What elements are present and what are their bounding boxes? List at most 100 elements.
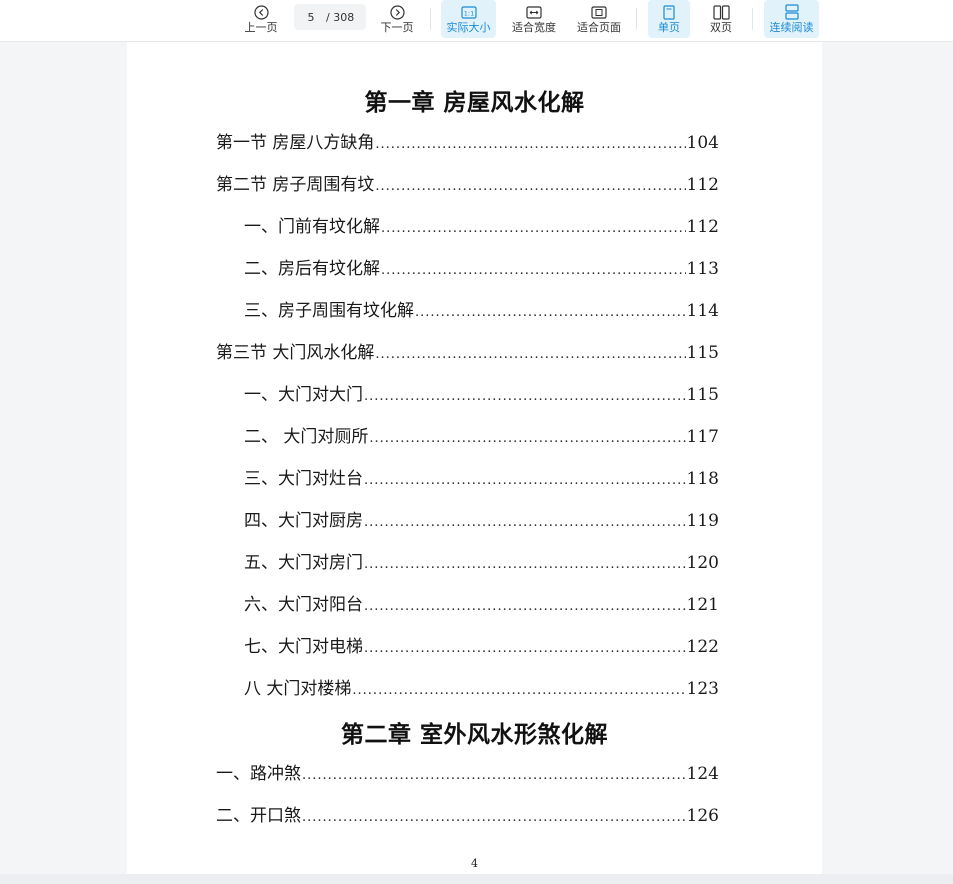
actual-size-icon: 1:1	[460, 4, 477, 20]
toc-page-number: 119	[686, 511, 719, 531]
toc-entry: 三、大门对灶台 118	[244, 464, 719, 489]
toc-entry-text: 二、开口煞	[216, 806, 301, 826]
toc-entry-text: 二、 大门对厕所	[244, 427, 369, 447]
toc-entry-text: 一、路冲煞	[216, 764, 301, 784]
toolbar-divider	[636, 8, 637, 30]
toc-entry-text: 一、大门对大门	[244, 385, 363, 405]
toc-leader	[415, 305, 686, 320]
toc-page-number: 114	[686, 301, 719, 321]
toc-leader	[364, 473, 686, 488]
toc-page-number: 104	[686, 133, 719, 153]
fit-width-button[interactable]: 适合宽度	[506, 0, 562, 38]
horizontal-scrollbar[interactable]	[0, 874, 953, 884]
actual-size-button[interactable]: 1:1 实际大小	[441, 0, 496, 38]
prev-page-button[interactable]: 上一页	[240, 0, 282, 38]
toc-entry-text: 四、大门对厨房	[244, 511, 363, 531]
document-page: 第一章 房屋风水化解 第一节 房屋八方缺角 104 第二节 房子周围有坟 112 一…	[127, 42, 822, 884]
toc-entry: 二、房后有坟化解 113	[244, 254, 719, 279]
viewer-toolbar: 上一页 / 308 下一页 1:1 实际大小 适合宽度 适合页面 单页	[0, 0, 953, 42]
fit-width-label: 适合宽度	[512, 21, 556, 34]
toc-leader	[381, 263, 686, 278]
toc-entry: 八 大门对楼梯 123	[244, 674, 719, 699]
fit-width-icon	[526, 4, 542, 20]
toc-entry: 六、大门对阳台 121	[244, 590, 719, 615]
toc-page-number: 124	[686, 764, 719, 784]
toc-leader	[302, 810, 686, 825]
toc-entry: 第一节 房屋八方缺角 104	[216, 128, 719, 153]
toc-entry-text: 一、门前有坟化解	[244, 217, 380, 237]
toc-entry-text: 二、房后有坟化解	[244, 259, 380, 279]
chevron-right-circle-icon	[389, 4, 405, 20]
toc-entry: 第二节 房子周围有坟 112	[216, 170, 719, 195]
next-page-button[interactable]: 下一页	[376, 0, 418, 38]
toc-entry-text: 八 大门对楼梯	[244, 679, 352, 699]
toc-leader	[352, 683, 685, 698]
toc-leader	[364, 599, 686, 614]
toc-page-number: 126	[686, 806, 719, 826]
toc-page-number: 121	[686, 595, 719, 615]
chevron-left-circle-icon	[253, 4, 269, 20]
toc-leader	[375, 347, 685, 362]
double-page-label: 双页	[710, 21, 732, 34]
toc-leader	[302, 768, 686, 783]
fit-page-button[interactable]: 适合页面	[571, 0, 627, 38]
toc-page-number: 112	[686, 175, 719, 195]
current-page-input[interactable]	[294, 10, 328, 24]
toc-leader	[381, 221, 686, 236]
actual-size-label: 实际大小	[446, 21, 491, 34]
toc-entry-text: 第三节 大门风水化解	[216, 343, 375, 363]
toc-leader	[364, 389, 686, 404]
toc-leader	[364, 515, 686, 530]
toc-entry: 四、大门对厨房 119	[244, 506, 719, 531]
toc-entry-text: 三、大门对灶台	[244, 469, 363, 489]
toolbar-divider	[752, 8, 753, 30]
toc-entry-text: 第一节 房屋八方缺角	[216, 133, 375, 153]
toc-page-number: 112	[686, 217, 719, 237]
toc-entry-text: 五、大门对房门	[244, 553, 363, 573]
toc-page-number: 115	[686, 385, 719, 405]
toc-entry: 一、门前有坟化解 112	[244, 212, 719, 237]
toc-leader	[369, 431, 685, 446]
toc-entry-text: 七、大门对电梯	[244, 637, 363, 657]
svg-text:1:1: 1:1	[463, 9, 473, 17]
toc-leader	[375, 137, 685, 152]
toc-entry: 一、路冲煞 124	[216, 759, 719, 784]
toc-page-number: 115	[686, 343, 719, 363]
toolbar-divider	[430, 8, 431, 30]
continuous-reading-button[interactable]: 连续阅读	[764, 0, 819, 38]
toc-page-number: 120	[686, 553, 719, 573]
prev-page-label: 上一页	[244, 21, 278, 34]
next-page-label: 下一页	[380, 21, 414, 34]
double-page-button[interactable]: 双页	[700, 0, 742, 38]
toc-entry-text: 三、房子周围有坟化解	[244, 301, 414, 321]
toc-entry-text: 六、大门对阳台	[244, 595, 363, 615]
toc-entry: 三、房子周围有坟化解 114	[244, 296, 719, 321]
continuous-reading-label: 连续阅读	[769, 21, 814, 34]
toc-page-number: 117	[686, 427, 719, 447]
continuous-reading-icon	[784, 4, 799, 20]
page-folio-number: 4	[471, 857, 478, 870]
toc-leader	[364, 557, 686, 572]
toc-entry: 第三节 大门风水化解 115	[216, 338, 719, 363]
page-number-box: / 308	[294, 4, 366, 30]
total-pages: / 308	[326, 10, 355, 24]
toc-entry: 七、大门对电梯 122	[244, 632, 719, 657]
toc-leader	[375, 179, 685, 194]
toc-page-number: 123	[686, 679, 719, 699]
toc-entry: 五、大门对房门 120	[244, 548, 719, 573]
double-page-icon	[712, 4, 730, 20]
toc-entry: 一、大门对大门 115	[244, 380, 719, 405]
toc-leader	[364, 641, 686, 656]
single-page-icon	[663, 4, 675, 20]
chapter-2-heading: 第二章 室外风水形煞化解	[340, 721, 608, 748]
toc-page-number: 122	[686, 637, 719, 657]
fit-page-label: 适合页面	[577, 21, 621, 34]
toc-entry-text: 第二节 房子周围有坟	[216, 175, 375, 195]
toc-entry: 二、开口煞 126	[216, 801, 719, 826]
single-page-button[interactable]: 单页	[648, 0, 690, 38]
fit-page-icon	[591, 4, 607, 20]
toc-entry: 二、 大门对厕所 117	[244, 422, 719, 447]
toc-page-number: 113	[686, 259, 719, 279]
toc-page-number: 118	[686, 469, 719, 489]
single-page-label: 单页	[658, 21, 680, 34]
